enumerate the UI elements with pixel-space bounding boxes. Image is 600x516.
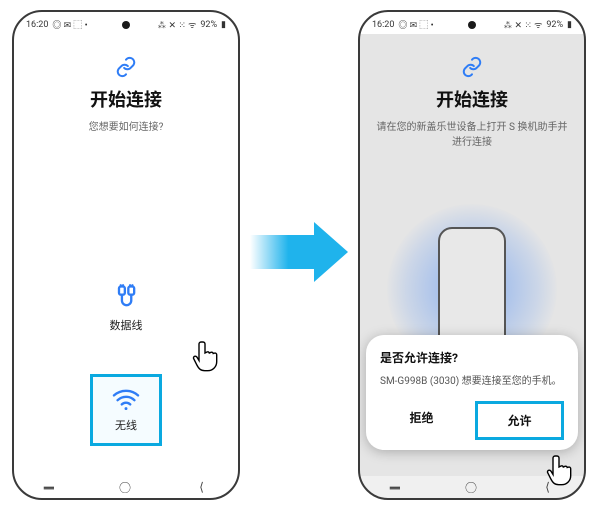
nav-home[interactable]: ○ <box>119 479 131 496</box>
status-time: 16:20 <box>26 20 48 30</box>
screen-left: 开始连接 您想要如何连接? 数据线 <box>14 34 238 476</box>
phone-left: 16:20 ◎ ✉ ⬚ • ⁂ ✕ ⁙ ᯤ 92% ▮ 开始连接 您想要如何连接… <box>12 10 240 500</box>
status-indicators-left: ◎ ✉ ⬚ • <box>398 18 433 31</box>
device-outline-icon <box>438 227 506 351</box>
battery-icon: ▮ <box>567 20 572 30</box>
option-cable-label: 数据线 <box>110 317 143 333</box>
permission-sheet: 是否允许连接? SM-G998B (3030) 想要连接至您的手机。 拒绝 允许 <box>366 335 578 450</box>
sheet-message: SM-G998B (3030) 想要连接至您的手机。 <box>380 372 564 387</box>
battery-icon: ▮ <box>221 20 226 30</box>
nav-back[interactable]: ⟨ <box>545 480 550 494</box>
nav-bar: ||| ○ ⟨ <box>360 476 584 498</box>
deny-button[interactable]: 拒绝 <box>380 401 463 440</box>
status-indicators-left: ◎ ✉ ⬚ • <box>52 18 87 31</box>
page-subtitle: 请在您的新盖乐世设备上打开 S 换机助手并进行连接 <box>360 118 584 148</box>
option-cable[interactable]: 数据线 <box>90 272 162 344</box>
option-wireless-label: 无线 <box>115 417 137 433</box>
nav-recent[interactable]: ||| <box>42 486 56 489</box>
allow-button[interactable]: 允许 <box>475 401 564 440</box>
nav-recent[interactable]: ||| <box>388 486 402 489</box>
wifi-icon <box>111 387 141 411</box>
status-time: 16:20 <box>372 20 394 30</box>
page-subtitle: 您想要如何连接? <box>73 118 180 133</box>
page-title: 开始连接 <box>90 86 162 112</box>
status-indicators-right: ⁂ ✕ ⁙ ᯤ <box>157 18 196 31</box>
camera-hole <box>468 21 476 29</box>
camera-hole <box>122 21 130 29</box>
status-battery: 92% <box>546 20 563 30</box>
sheet-title: 是否允许连接? <box>380 349 564 366</box>
nav-bar: ||| ○ ⟨ <box>14 476 238 498</box>
status-indicators-right: ⁂ ✕ ⁙ ᯤ <box>503 18 542 31</box>
option-wireless[interactable]: 无线 <box>90 374 162 446</box>
nav-home[interactable]: ○ <box>465 479 477 496</box>
link-icon <box>115 56 137 78</box>
screen-right: 开始连接 请在您的新盖乐世设备上打开 S 换机助手并进行连接 正在搜索附近设备 … <box>360 34 584 476</box>
phone-right: 16:20 ◎ ✉ ⬚ • ⁂ ✕ ⁙ ᯤ 92% ▮ 开始连接 请在您的新盖乐… <box>358 10 586 500</box>
arrow-icon <box>250 222 350 282</box>
cable-icon <box>112 283 140 311</box>
nav-back[interactable]: ⟨ <box>199 480 204 494</box>
page-title: 开始连接 <box>436 86 508 112</box>
status-battery: 92% <box>200 20 217 30</box>
link-icon <box>461 56 483 78</box>
